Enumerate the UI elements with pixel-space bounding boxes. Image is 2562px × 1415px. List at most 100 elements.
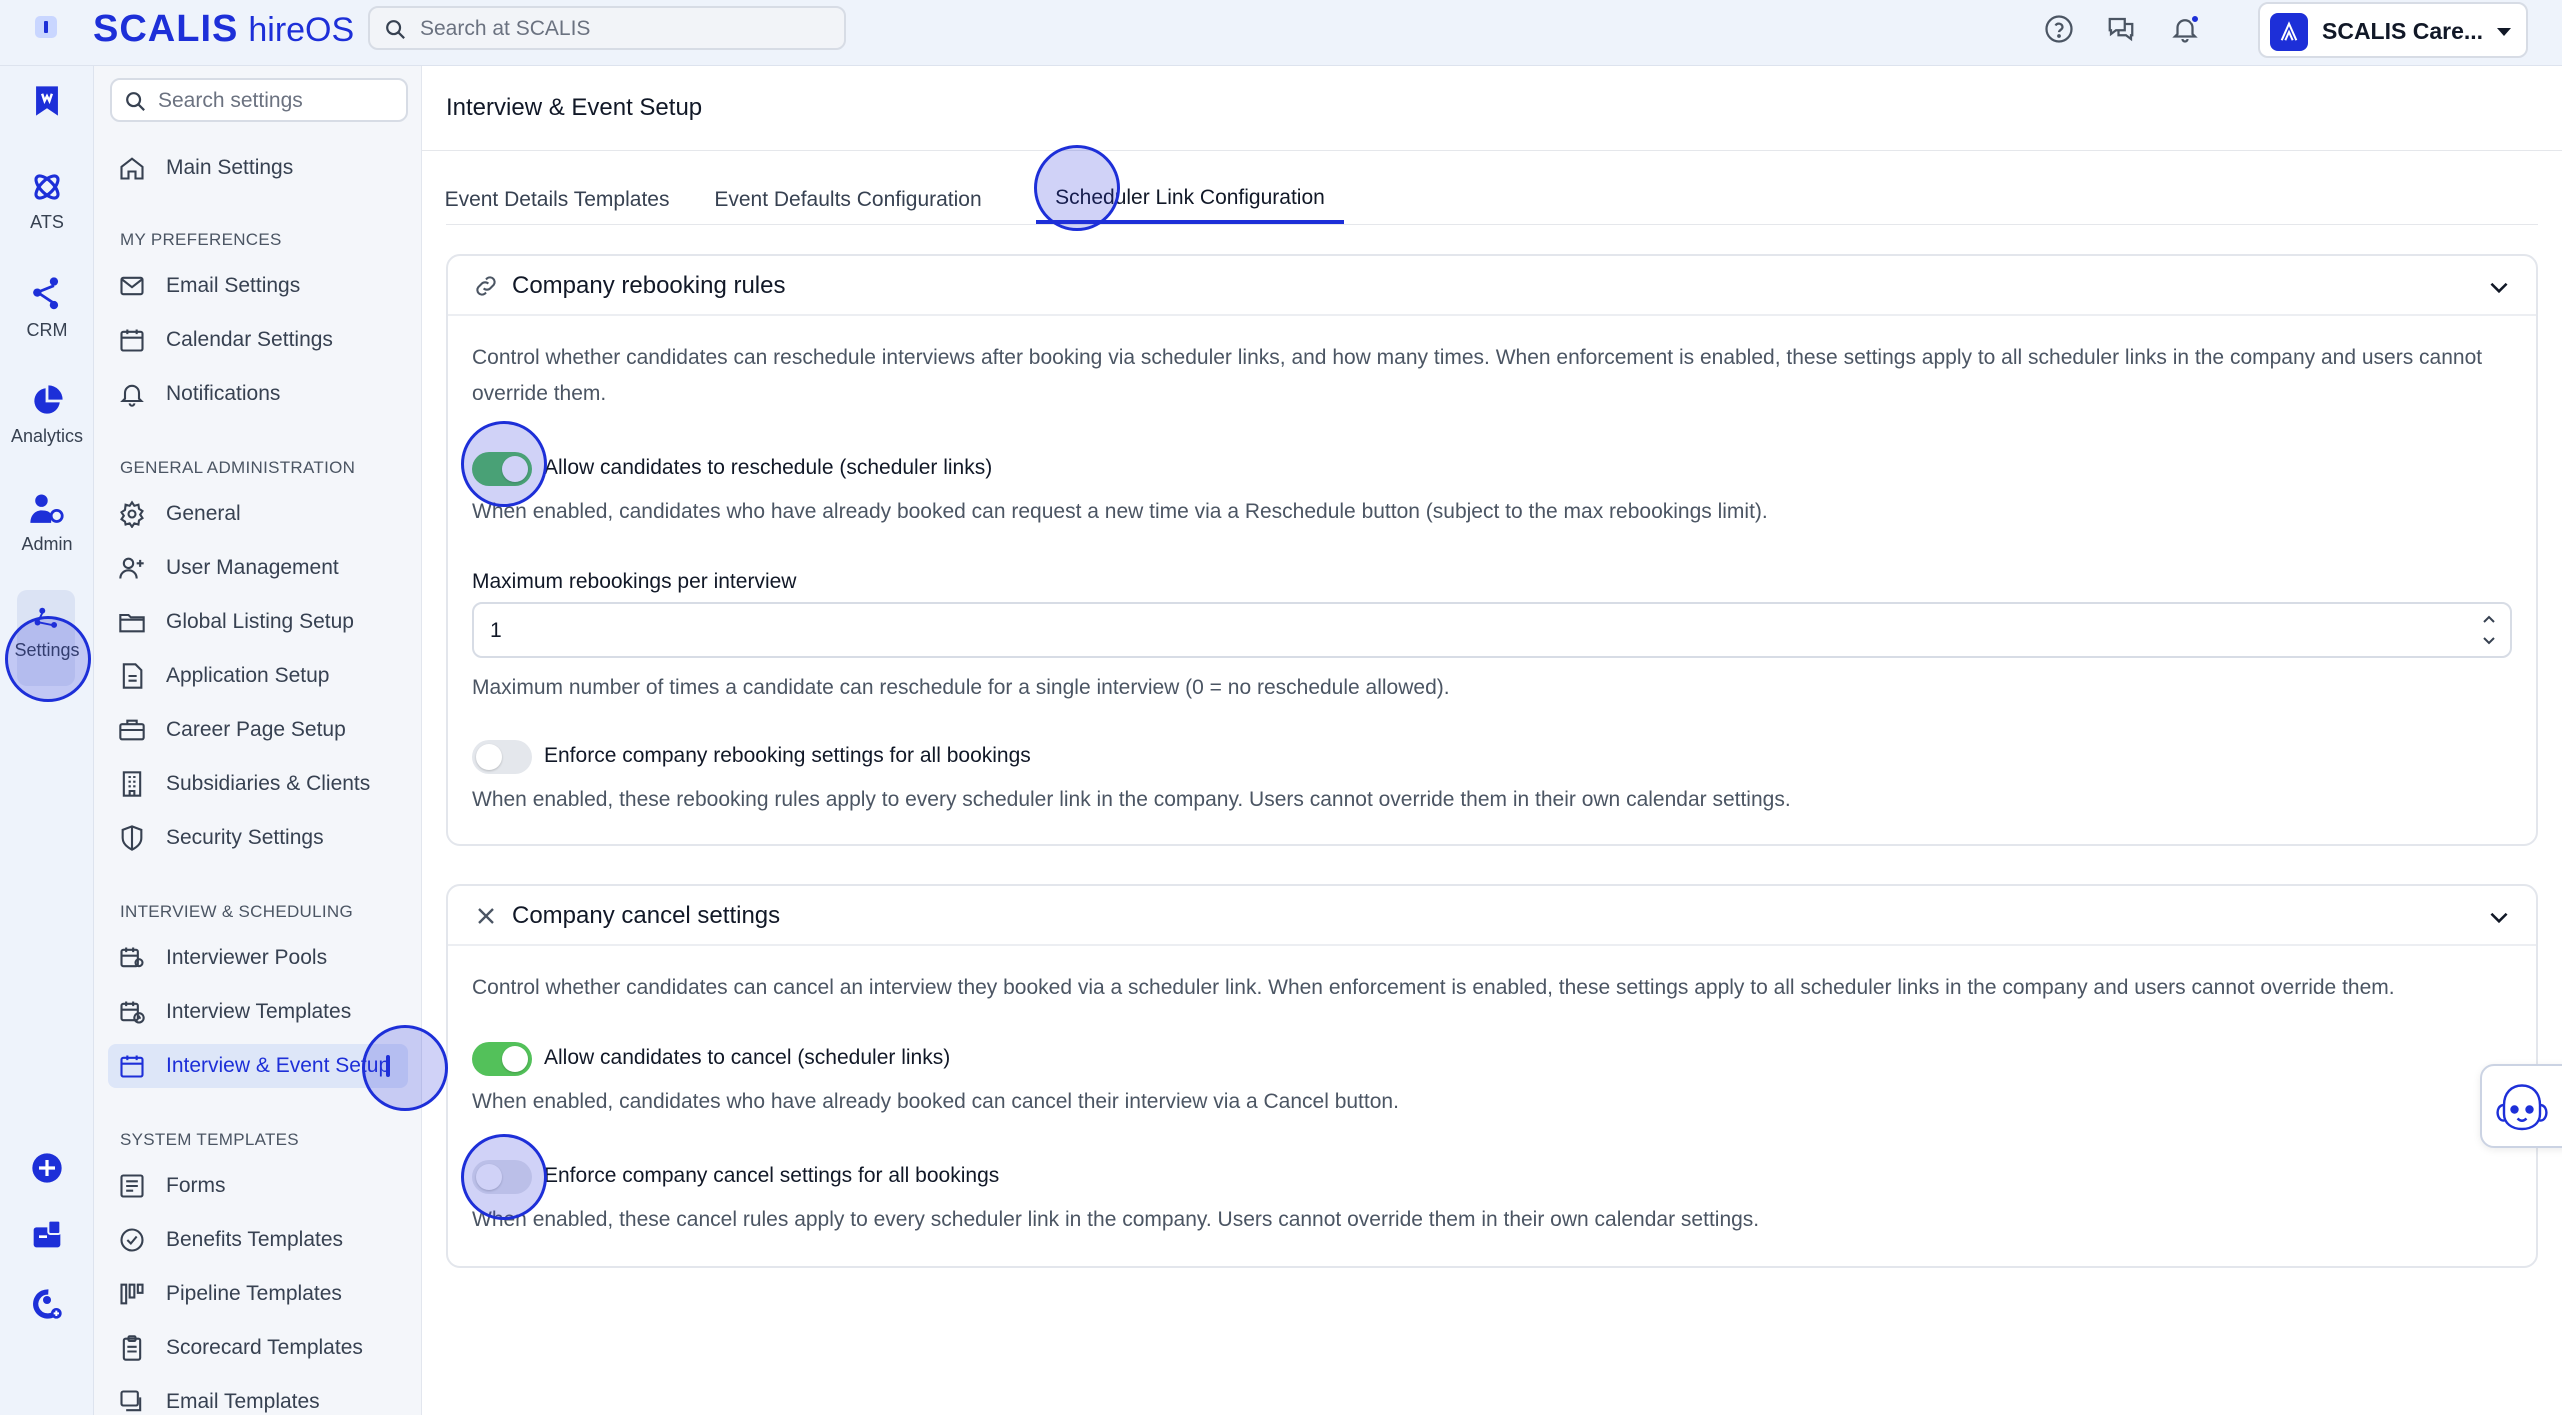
rail-item-settings[interactable]: Settings	[0, 606, 94, 661]
sidebar-item-security-settings[interactable]: Security Settings	[108, 816, 408, 860]
sidebar-item-email-settings[interactable]: Email Settings	[108, 264, 408, 308]
calendar-clock-icon	[120, 1001, 145, 1024]
sidebar-item-interview-event-setup[interactable]: Interview & Event Setup	[108, 1044, 408, 1088]
settings-search[interactable]	[110, 78, 408, 122]
assistant-widget[interactable]	[2480, 1064, 2562, 1148]
sidebar-item-label: Subsidiaries & Clients	[166, 772, 371, 795]
add-circle-icon[interactable]	[31, 1152, 63, 1184]
company-switcher[interactable]: SCALIS Care...	[2258, 2, 2528, 58]
link-icon	[476, 276, 496, 296]
toggle-label: Allow candidates to cancel (scheduler li…	[544, 1046, 951, 1069]
sidebar-item-label: Email Settings	[166, 274, 301, 297]
rail-item-crm[interactable]: CRM	[0, 276, 94, 341]
sidebar-item-email-templates[interactable]: Email Templates	[108, 1380, 408, 1415]
rail-item-admin[interactable]: Admin	[0, 492, 94, 555]
max-rebookings-input[interactable]	[490, 616, 2390, 646]
sidebar-item-pipeline-templates[interactable]: Pipeline Templates	[108, 1272, 408, 1316]
sidebar-item-interview-templates[interactable]: Interview Templates	[108, 990, 408, 1034]
enforce-cancel-toggle[interactable]	[472, 1160, 532, 1194]
notifications-button[interactable]	[2170, 14, 2200, 44]
sidebar-item-career-page-setup[interactable]: Career Page Setup	[108, 708, 408, 752]
toggle-help-text: When enabled, candidates who have alread…	[472, 500, 1768, 523]
sidebar-item-notifications[interactable]: Notifications	[108, 372, 408, 416]
sidebar-toggle-button[interactable]	[35, 16, 57, 38]
search-icon	[386, 20, 405, 39]
admin-icon	[30, 494, 64, 523]
sidebar-item-user-management[interactable]: User Management	[108, 546, 408, 590]
sidebar-item-subsidiaries-clients[interactable]: Subsidiaries & Clients	[108, 762, 408, 806]
divider	[422, 150, 2562, 151]
section-general-administration: GENERAL ADMINISTRATION	[120, 458, 356, 477]
sidebar-item-scorecard-templates[interactable]: Scorecard Templates	[108, 1326, 408, 1370]
sidebar-item-benefits-templates[interactable]: Benefits Templates	[108, 1218, 408, 1262]
sidebar-item-application-setup[interactable]: Application Setup	[108, 654, 408, 698]
sidebar-item-label: Main Settings	[166, 156, 294, 179]
brand-product: hireOS	[248, 11, 355, 49]
company-logo-icon	[2270, 13, 2308, 51]
chevron-down-icon[interactable]	[2486, 274, 2512, 300]
rebooking-rules-card: Company rebooking rules Control whether …	[446, 254, 2538, 846]
tab-scheduler-link-configuration[interactable]: Scheduler Link Configuration	[1036, 176, 1344, 224]
divider	[446, 224, 2538, 225]
sidebar-item-main-settings[interactable]: Main Settings	[108, 146, 408, 190]
rail-label: Analytics	[10, 426, 84, 446]
toggle-knob	[476, 744, 502, 770]
cancel-settings-header[interactable]: Company cancel settings	[448, 886, 2536, 946]
increment-button[interactable]	[2478, 610, 2500, 628]
rail-item-analytics[interactable]: Analytics	[0, 384, 94, 447]
rail-item-ats[interactable]: ATS	[0, 170, 94, 233]
decrement-button[interactable]	[2478, 632, 2500, 650]
email-template-icon	[120, 1390, 142, 1412]
rebooking-rules-header[interactable]: Company rebooking rules	[448, 256, 2536, 316]
crm-icon	[33, 277, 59, 310]
sidebar-item-calendar-settings[interactable]: Calendar Settings	[108, 318, 408, 362]
sidebar-item-label: Interview Templates	[166, 1000, 352, 1023]
global-search-input[interactable]	[420, 16, 820, 42]
enforce-rebooking-toggle[interactable]	[472, 740, 532, 774]
settings-search-input[interactable]	[158, 88, 398, 114]
help-icon[interactable]	[2044, 14, 2074, 44]
building-icon	[122, 771, 142, 797]
app-rail: ATS CRM Analytics Admin Settings SS	[0, 66, 94, 1415]
tab-event-details-templates[interactable]: Event Details Templates	[445, 176, 670, 224]
user-add-icon[interactable]	[31, 1288, 63, 1320]
toggle-knob	[502, 1046, 528, 1072]
section-system-templates: SYSTEM TEMPLATES	[120, 1130, 299, 1149]
clipboard-icon	[122, 1335, 142, 1361]
rail-item-bookmarks[interactable]	[0, 84, 94, 118]
main-content: Interview & Event Setup Event Details Te…	[422, 66, 2562, 1415]
form-icon	[120, 1174, 144, 1198]
sidebar-item-interviewer-pools[interactable]: Interviewer Pools	[108, 936, 408, 980]
sidebar-item-label: General	[166, 502, 241, 525]
company-name: SCALIS Care...	[2322, 18, 2484, 44]
sidebar-item-label: Notifications	[166, 382, 281, 405]
toggle-label: Allow candidates to reschedule (schedule…	[544, 456, 993, 479]
tab-event-defaults-configuration[interactable]: Event Defaults Configuration	[696, 176, 1000, 224]
close-icon	[478, 908, 494, 924]
sidebar-item-general[interactable]: General	[108, 492, 408, 536]
brand[interactable]: SCALIS hireOS	[93, 8, 354, 52]
sidebar-item-label: Application Setup	[166, 664, 330, 687]
card-title: Company cancel settings	[512, 902, 781, 929]
chevron-down-icon[interactable]	[2486, 904, 2512, 930]
user-plus-icon	[119, 557, 144, 579]
sidebar-item-forms[interactable]: Forms	[108, 1164, 408, 1208]
pipeline-icon	[120, 1283, 144, 1305]
sidebar-item-global-listing-setup[interactable]: Global Listing Setup	[108, 600, 408, 644]
chevron-down-icon	[2483, 637, 2495, 645]
global-search[interactable]	[368, 6, 846, 50]
calendar-icon	[120, 1055, 144, 1078]
rail-label: ATS	[30, 212, 64, 232]
document-icon	[122, 663, 143, 689]
assistant-face-icon	[2496, 1084, 2548, 1131]
toggle-knob	[502, 456, 528, 482]
cancel-settings-card: Company cancel settings Control whether …	[446, 884, 2538, 1268]
chevron-down-icon	[2497, 28, 2511, 36]
bell-icon	[120, 384, 144, 407]
allow-reschedule-toggle[interactable]	[472, 452, 532, 486]
toggle-label: Enforce company rebooking settings for a…	[544, 744, 1031, 767]
allow-cancel-toggle[interactable]	[472, 1042, 532, 1076]
messages-icon[interactable]	[2106, 14, 2136, 44]
max-rebookings-field[interactable]	[472, 602, 2512, 658]
job-post-icon[interactable]	[31, 1218, 63, 1250]
